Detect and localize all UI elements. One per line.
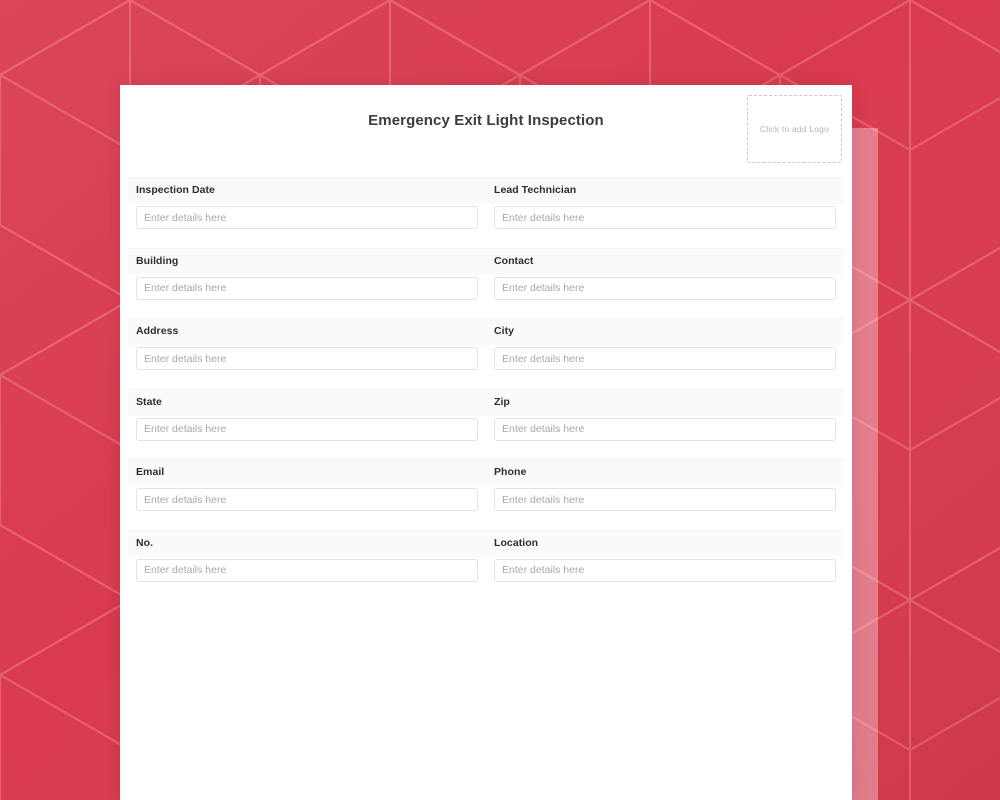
field-label: Phone [494, 466, 527, 478]
form-row: Address City [128, 318, 844, 389]
form-fields: Inspection Date Lead Technician Building… [120, 177, 852, 600]
field-label: Address [136, 325, 179, 337]
address-input[interactable] [136, 347, 478, 370]
field-zip: Zip [486, 389, 844, 460]
field-contact: Contact [486, 248, 844, 319]
phone-input[interactable] [494, 488, 836, 511]
field-location: Location [486, 530, 844, 601]
field-label: Lead Technician [494, 184, 577, 196]
field-phone: Phone [486, 459, 844, 530]
field-inspection-date: Inspection Date [128, 177, 486, 248]
field-no: No. [128, 530, 486, 601]
field-label: State [136, 395, 162, 408]
form-header: Emergency Exit Light Inspection Click to… [120, 85, 852, 177]
field-label: Email [136, 466, 165, 478]
field-label: City [494, 325, 515, 337]
lead-technician-input[interactable] [494, 206, 836, 229]
contact-input[interactable] [494, 276, 836, 300]
location-input[interactable] [494, 558, 836, 582]
field-email: Email [128, 459, 486, 530]
field-address: Address [128, 318, 486, 389]
email-input[interactable] [136, 488, 478, 511]
field-state: State [128, 389, 486, 460]
page-title: Emergency Exit Light Inspection [368, 112, 604, 129]
building-input[interactable] [136, 276, 478, 300]
field-label: Building [136, 254, 179, 267]
form-row: Building Contact [128, 247, 844, 319]
form-row: Email Phone [128, 459, 844, 530]
no-input[interactable] [136, 558, 478, 582]
field-lead-technician: Lead Technician [486, 177, 844, 248]
logo-upload-dropzone[interactable]: Click to add Logo [747, 95, 842, 163]
city-input[interactable] [494, 347, 836, 370]
logo-upload-label: Click to add Logo [759, 124, 830, 134]
field-city: City [486, 318, 844, 389]
field-label: Location [494, 536, 539, 549]
field-building: Building [128, 248, 486, 319]
inspection-form-card: Emergency Exit Light Inspection Click to… [120, 85, 852, 800]
form-row: State Zip [128, 388, 844, 460]
zip-input[interactable] [494, 417, 836, 441]
field-label: Contact [494, 254, 534, 267]
form-row: No. Location [128, 529, 844, 601]
inspection-date-input[interactable] [136, 206, 478, 229]
field-label: Inspection Date [136, 184, 215, 196]
field-label: No. [136, 536, 154, 549]
field-label: Zip [494, 395, 510, 408]
form-row: Inspection Date Lead Technician [128, 177, 844, 248]
state-input[interactable] [136, 417, 478, 441]
